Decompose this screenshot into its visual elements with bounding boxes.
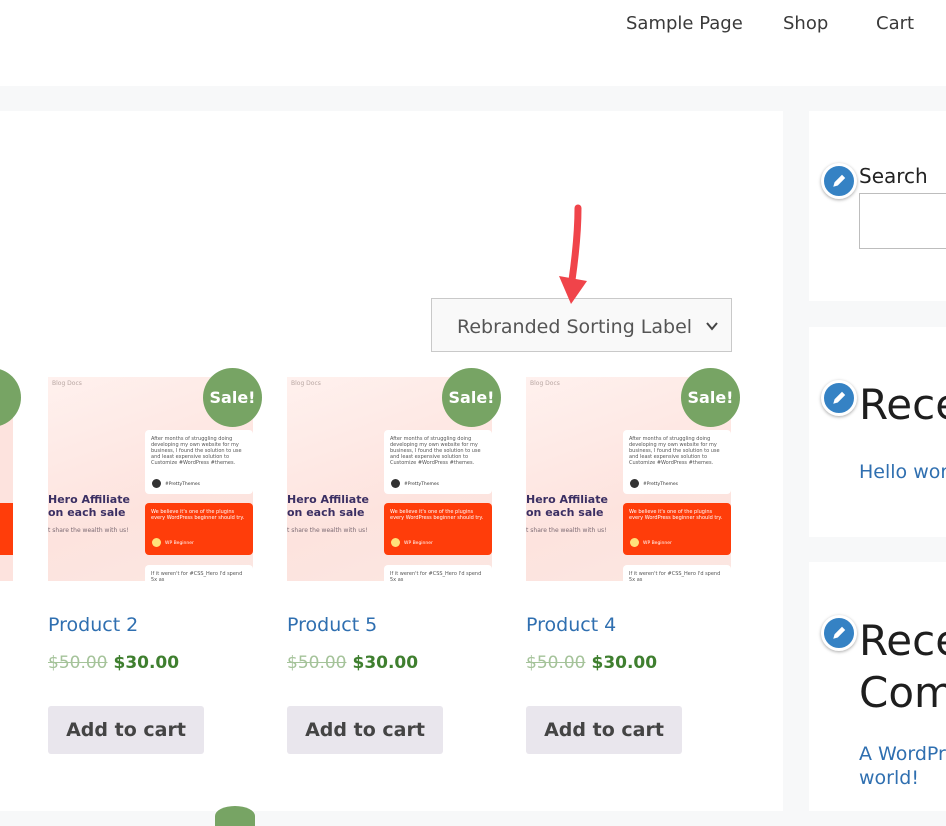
avatar xyxy=(152,538,161,547)
regular-price: $50.00 xyxy=(48,653,108,673)
recent-comments-widget: Rece Com A WordPr world! xyxy=(809,562,946,811)
recent-comments-heading-line2: Com xyxy=(859,668,946,717)
thumb-hero-line1: Hero Affiliate xyxy=(287,493,369,506)
avatar xyxy=(630,538,639,547)
nav-sample-page[interactable]: Sample Page xyxy=(626,13,743,34)
recent-comment-link[interactable]: A WordPr xyxy=(859,742,946,766)
edit-pencil-icon[interactable] xyxy=(821,163,857,199)
search-input[interactable] xyxy=(859,193,946,249)
recent-comments-heading-line1: Rece xyxy=(859,616,946,665)
thumb-hero-sub: t share the wealth with us! xyxy=(287,527,368,534)
thumb-card1-who: #PrettyThemes xyxy=(404,482,439,487)
thumb-card1-text: After months of struggling doing develop… xyxy=(629,436,720,466)
thumb-crumbs: Blog Docs xyxy=(291,380,321,387)
product-title-link[interactable]: Product 2 xyxy=(48,614,138,636)
thumb-hero-line2: on each sale xyxy=(48,506,126,519)
thumb-hero-sub: t share the wealth with us! xyxy=(48,527,129,534)
sale-price: $30.00 xyxy=(591,653,658,673)
recent-post-link[interactable]: Hello wor xyxy=(859,460,946,484)
thumb-card1-who: #PrettyThemes xyxy=(165,482,200,487)
regular-price: $50.00 xyxy=(526,653,586,673)
recent-posts-widget: Rece Hello wor xyxy=(809,327,946,537)
thumb-hero: Hero Affiliate on each sale xyxy=(287,493,369,519)
sale-price: $30.00 xyxy=(113,653,180,673)
thumb-hero-line2: on each sale xyxy=(287,506,365,519)
thumb-card2-who: WP Beginner xyxy=(404,541,433,546)
thumb-card3-text: If it weren't for #CSS_Hero I'd spend 5x… xyxy=(151,571,243,581)
thumb-testimonial-card: After months of struggling doing develop… xyxy=(384,430,492,494)
thumb-hero-sub: t share the wealth with us! xyxy=(526,527,607,534)
thumb-testimonial-card: After months of struggling doing develop… xyxy=(145,430,253,494)
nav-cart[interactable]: Cart xyxy=(876,13,914,34)
product-price: $50.00 $30.00 xyxy=(48,653,179,673)
chevron-down-icon xyxy=(706,322,718,331)
thumb-hero-line1: Hero Affiliate xyxy=(526,493,608,506)
sale-badge: Sale! xyxy=(681,368,740,427)
thumb-orange-card: We believe it's one of the plugins every… xyxy=(145,503,253,555)
thumb-orange-card: We believe it's one of the plugins every… xyxy=(384,503,492,555)
avatar xyxy=(391,538,400,547)
thumb-card2-who: WP Beginner xyxy=(643,541,672,546)
product-title-link[interactable]: Product 4 xyxy=(526,614,616,636)
recent-comment-post-link[interactable]: world! xyxy=(859,766,919,790)
edit-pencil-icon[interactable] xyxy=(821,615,857,651)
thumb-card2-who: WP Beginner xyxy=(165,541,194,546)
edit-pencil-icon[interactable] xyxy=(821,380,857,416)
sort-select-value: Rebranded Sorting Label xyxy=(457,316,693,338)
add-to-cart-button[interactable]: Add to cart xyxy=(287,706,443,754)
thumb-crumbs: Blog Docs xyxy=(530,380,560,387)
sale-badge: Sale! xyxy=(442,368,501,427)
nav-shop[interactable]: Shop xyxy=(783,13,828,34)
avatar xyxy=(391,479,400,488)
add-to-cart-button[interactable]: Add to cart xyxy=(48,706,204,754)
site-header: Sample Page Shop Cart xyxy=(0,0,946,86)
thumb-card3: If it weren't for #CSS_Hero I'd spend 5x… xyxy=(145,565,253,581)
product-price: $50.00 $30.00 xyxy=(287,653,418,673)
thumb-hero-line2: on each sale xyxy=(526,506,604,519)
recent-posts-heading: Rece xyxy=(859,380,946,429)
thumb-hero: Hero Affiliate on each sale xyxy=(48,493,130,519)
search-widget: Search xyxy=(809,111,946,301)
add-to-cart-button[interactable]: Add to cart xyxy=(526,706,682,754)
sale-price: $30.00 xyxy=(352,653,419,673)
avatar xyxy=(630,479,639,488)
sale-badge-partial xyxy=(215,806,255,826)
thumb-card1-text: After months of struggling doing develop… xyxy=(390,436,481,466)
search-label: Search xyxy=(859,164,928,188)
thumb-card3-text: If it weren't for #CSS_Hero I'd spend 5x… xyxy=(390,571,482,581)
thumb-hero: Hero Affiliate on each sale xyxy=(526,493,608,519)
thumb-card2-text: We believe it's one of the plugins every… xyxy=(390,509,484,521)
thumb-hero-line1: Hero Affiliate xyxy=(48,493,130,506)
regular-price: $50.00 xyxy=(287,653,347,673)
thumb-card1-text: After months of struggling doing develop… xyxy=(151,436,242,466)
product-price: $50.00 $30.00 xyxy=(526,653,657,673)
thumb-orange-card: We believe it's one of the plugins every… xyxy=(623,503,731,555)
thumb-card3-text: If it weren't for #CSS_Hero I'd spend 5x… xyxy=(629,571,721,581)
thumb-card2-text: We believe it's one of the plugins every… xyxy=(629,509,723,521)
thumb-card1-who: #PrettyThemes xyxy=(643,482,678,487)
thumb-crumbs: Blog Docs xyxy=(52,380,82,387)
sale-badge: Sale! xyxy=(203,368,262,427)
product-title-link[interactable]: Product 5 xyxy=(287,614,377,636)
avatar xyxy=(152,479,161,488)
annotation-arrow-icon xyxy=(559,204,587,304)
thumb-card3: If it weren't for #CSS_Hero I'd spend 5x… xyxy=(384,565,492,581)
thumb-card3: If it weren't for #CSS_Hero I'd spend 5x… xyxy=(623,565,731,581)
thumb-testimonial-card: After months of struggling doing develop… xyxy=(623,430,731,494)
thumb-card2-text: We believe it's one of the plugins every… xyxy=(151,509,245,521)
